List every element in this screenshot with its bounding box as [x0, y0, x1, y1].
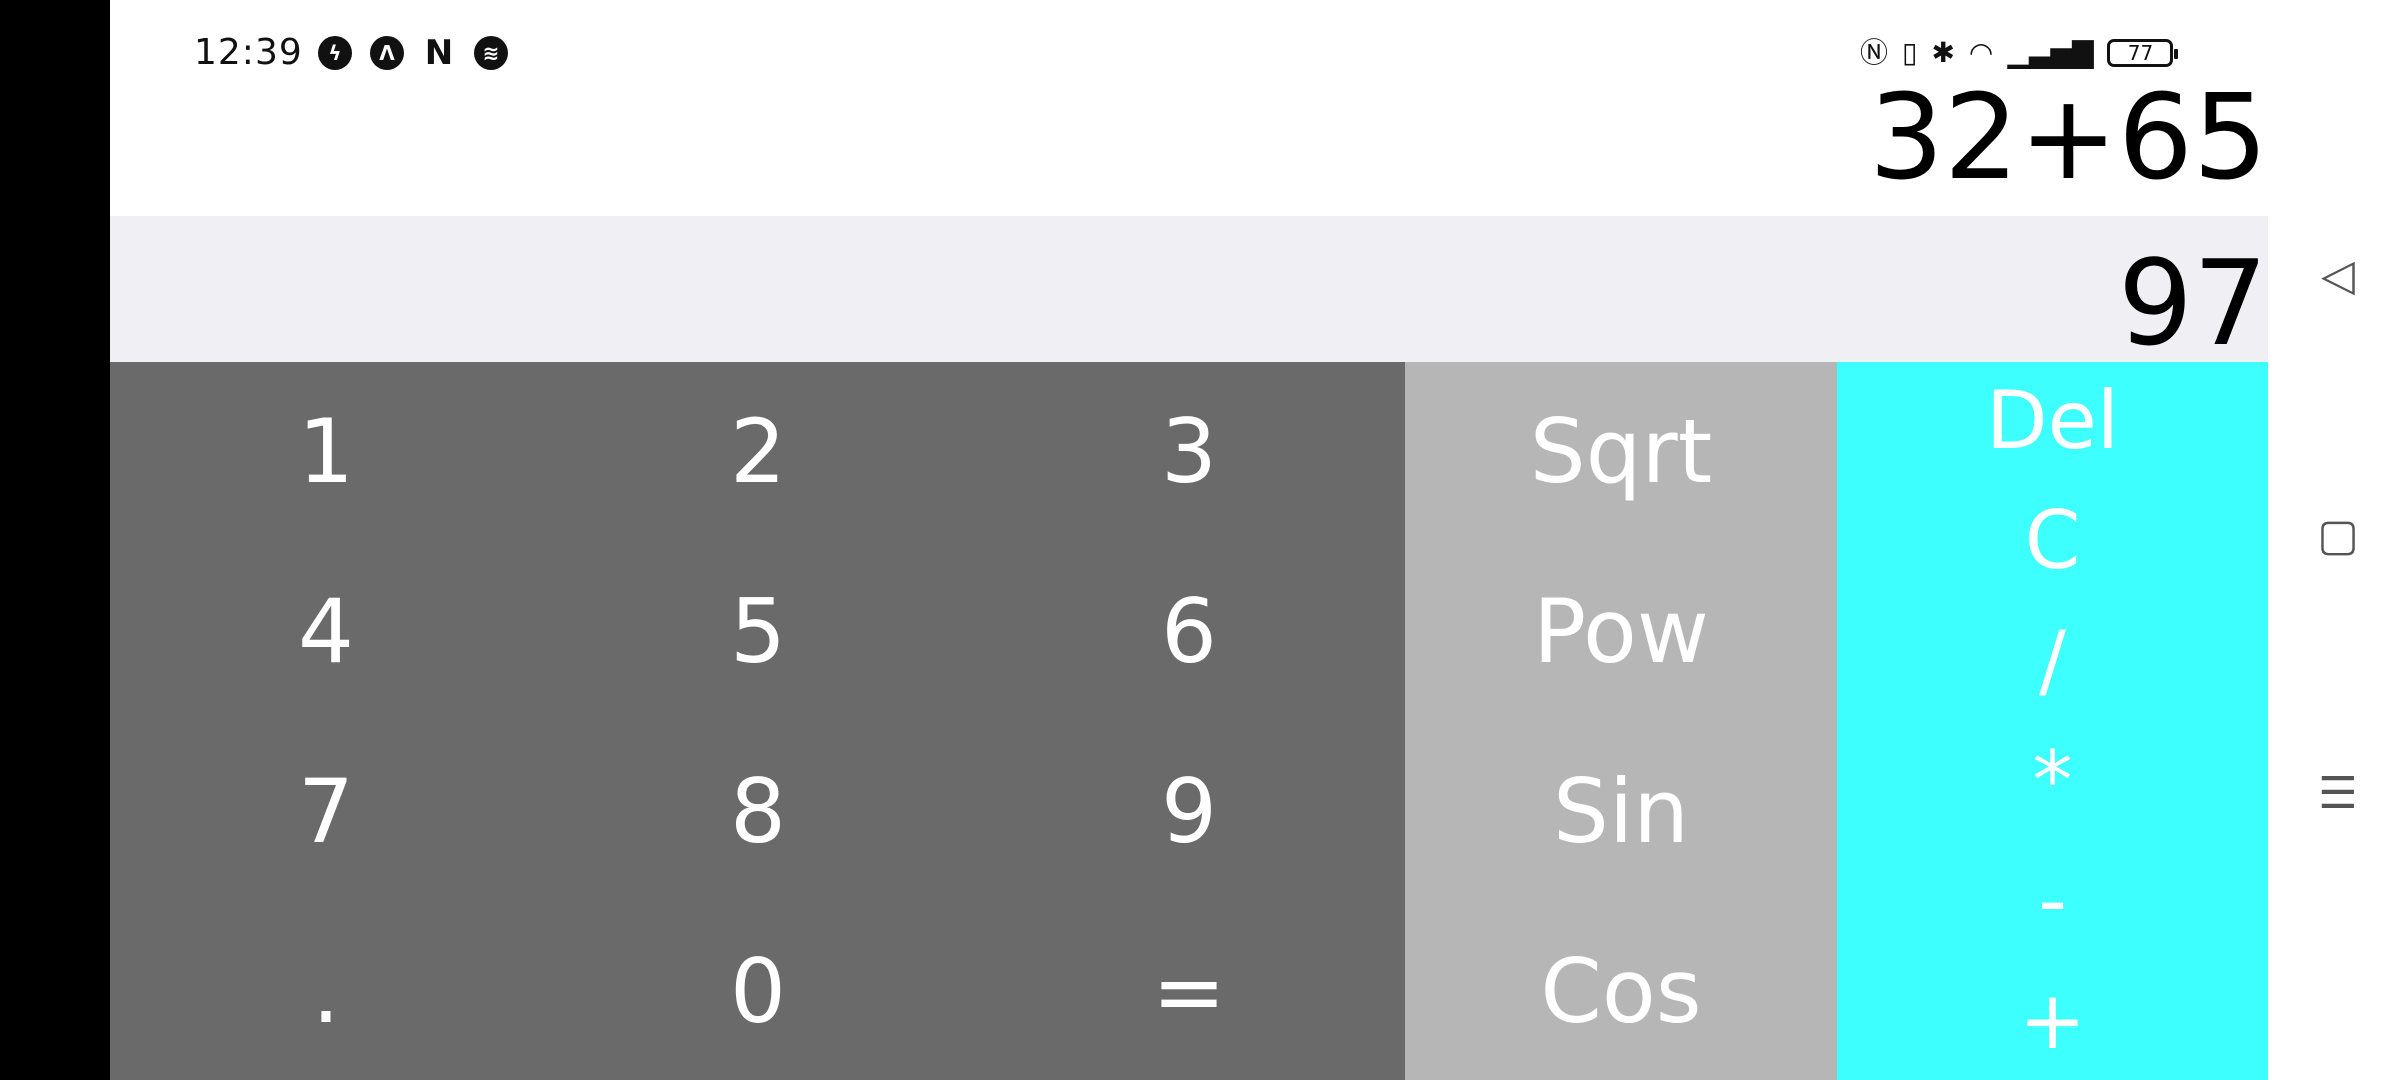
key-subtract[interactable]: - [1837, 856, 2268, 946]
key-5[interactable]: 5 [542, 582, 974, 682]
key-7[interactable]: 7 [110, 762, 542, 862]
key-decimal[interactable]: . [110, 942, 542, 1042]
digit-pad: 1 2 3 4 5 6 7 8 9 . 0 = [110, 362, 1405, 1080]
key-3[interactable]: 3 [973, 402, 1405, 502]
key-divide[interactable]: / [1837, 616, 2268, 706]
key-0[interactable]: 0 [542, 942, 974, 1042]
operator-pad: Del C / * - + [1837, 362, 2268, 1080]
back-icon[interactable]: ◁ [2316, 250, 2360, 301]
key-cos[interactable]: Cos [1405, 942, 1837, 1042]
menu-icon[interactable]: ☰ [2316, 768, 2360, 819]
key-clear[interactable]: C [1837, 496, 2268, 586]
key-delete[interactable]: Del [1837, 376, 2268, 466]
key-multiply[interactable]: * [1837, 736, 2268, 826]
function-pad: Sqrt Pow Sin Cos [1405, 362, 1837, 1080]
key-6[interactable]: 6 [973, 582, 1405, 682]
key-equals[interactable]: = [973, 942, 1405, 1042]
key-sin[interactable]: Sin [1405, 762, 1837, 862]
key-8[interactable]: 8 [542, 762, 974, 862]
navigation-bar: ◁ ▢ ☰ [2268, 0, 2400, 1080]
key-4[interactable]: 4 [110, 582, 542, 682]
result-bar: 97 [110, 216, 2268, 372]
recents-icon[interactable]: ▢ [2316, 510, 2360, 561]
screen-cutout [0, 0, 110, 1080]
key-9[interactable]: 9 [973, 762, 1405, 862]
key-add[interactable]: + [1837, 976, 2268, 1066]
expression-display: 32+65 [1868, 68, 2268, 206]
key-pow[interactable]: Pow [1405, 582, 1837, 682]
key-1[interactable]: 1 [110, 402, 542, 502]
key-2[interactable]: 2 [542, 402, 974, 502]
key-sqrt[interactable]: Sqrt [1405, 402, 1837, 502]
